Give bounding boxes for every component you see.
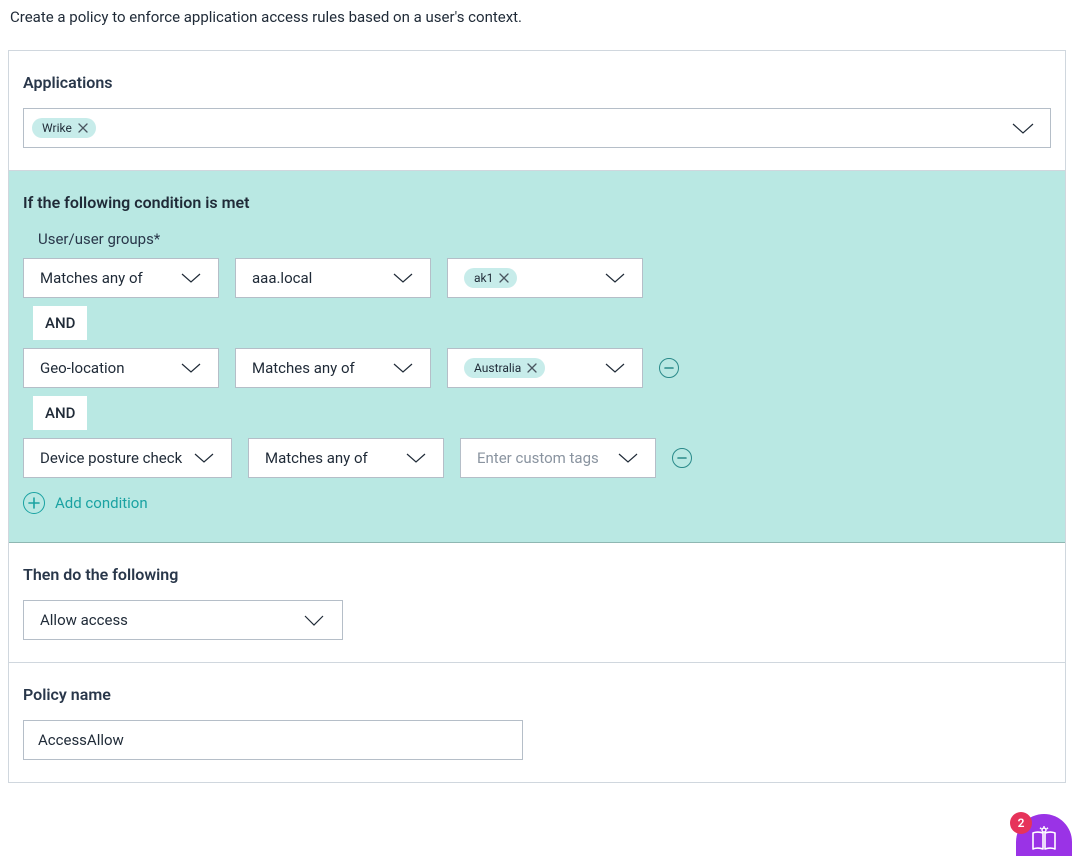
remove-chip-icon[interactable] <box>527 363 537 373</box>
user-groups-label: User/user groups* <box>38 230 1051 248</box>
condition-value-select[interactable]: Australia <box>447 348 643 388</box>
policy-name-label: Policy name <box>23 685 1051 704</box>
condition-operator-value: Matches any of <box>252 359 355 377</box>
condition-field-value: Geo-location <box>40 359 124 377</box>
condition-field-value: Matches any of <box>40 269 143 287</box>
value-chip: Australia <box>464 358 545 378</box>
remove-condition-button[interactable] <box>672 448 692 468</box>
value-chip-label: ak1 <box>474 271 493 285</box>
condition-field-select[interactable]: Matches any of <box>23 258 219 298</box>
conditions-header: If the following condition is met <box>23 193 1051 212</box>
main-scroll[interactable]: Create a policy to enforce application a… <box>0 0 1074 856</box>
and-operator: AND <box>33 396 87 430</box>
applications-label: Applications <box>23 73 1051 92</box>
condition-operator-value: Matches any of <box>265 449 368 467</box>
condition-value-select[interactable]: Enter custom tags <box>460 438 656 478</box>
action-select[interactable]: Allow access <box>23 600 343 640</box>
condition-field-value: Device posture check <box>40 449 182 467</box>
application-chip: Wrike <box>32 118 96 138</box>
chevron-down-icon <box>174 361 208 375</box>
policy-panel: Applications Wrike <box>8 50 1066 783</box>
chevron-down-icon <box>174 271 208 285</box>
chevron-down-icon <box>386 361 420 375</box>
application-chip-label: Wrike <box>42 121 72 135</box>
book-icon <box>1029 825 1059 856</box>
value-chip: ak1 <box>464 268 517 288</box>
chevron-down-icon <box>598 361 632 375</box>
applications-section: Applications Wrike <box>9 51 1065 171</box>
remove-condition-button[interactable] <box>659 358 679 378</box>
remove-chip-icon[interactable] <box>78 123 88 133</box>
notification-badge: 2 <box>1010 812 1032 834</box>
condition-field-select[interactable]: Device posture check <box>23 438 232 478</box>
condition-operator-select[interactable]: Matches any of <box>248 438 444 478</box>
condition-domain-select[interactable]: aaa.local <box>235 258 431 298</box>
applications-select[interactable]: Wrike <box>23 108 1051 148</box>
plus-icon <box>23 492 45 514</box>
condition-field-select[interactable]: Geo-location <box>23 348 219 388</box>
conditions-section: If the following condition is met User/u… <box>9 171 1065 543</box>
add-condition-label: Add condition <box>55 494 148 512</box>
chevron-down-icon <box>386 271 420 285</box>
condition-row: Device posture check Matches any of <box>23 438 1051 478</box>
chevron-down-icon <box>399 451 433 465</box>
condition-value-placeholder: Enter custom tags <box>477 449 599 467</box>
chevron-down-icon <box>598 271 632 285</box>
condition-row: Matches any of aaa.local <box>23 258 1051 298</box>
chevron-down-icon <box>611 451 645 465</box>
condition-value-select[interactable]: ak1 <box>447 258 643 298</box>
and-operator: AND <box>33 306 87 340</box>
value-chip-label: Australia <box>474 361 521 375</box>
action-section: Then do the following Allow access <box>9 543 1065 663</box>
add-condition-button[interactable]: Add condition <box>23 492 1051 514</box>
policy-name-section: Policy name <box>9 663 1065 782</box>
chevron-down-icon <box>187 451 221 465</box>
chevron-down-icon <box>296 612 332 628</box>
page-intro: Create a policy to enforce application a… <box>0 0 1074 50</box>
condition-row: Geo-location Matches any of <box>23 348 1051 388</box>
chevron-down-icon[interactable] <box>1004 119 1042 137</box>
policy-name-input[interactable] <box>23 720 523 760</box>
remove-chip-icon[interactable] <box>499 273 509 283</box>
action-header: Then do the following <box>23 565 1051 584</box>
condition-operator-select[interactable]: Matches any of <box>235 348 431 388</box>
condition-domain-value: aaa.local <box>252 269 312 287</box>
action-value: Allow access <box>40 611 128 629</box>
